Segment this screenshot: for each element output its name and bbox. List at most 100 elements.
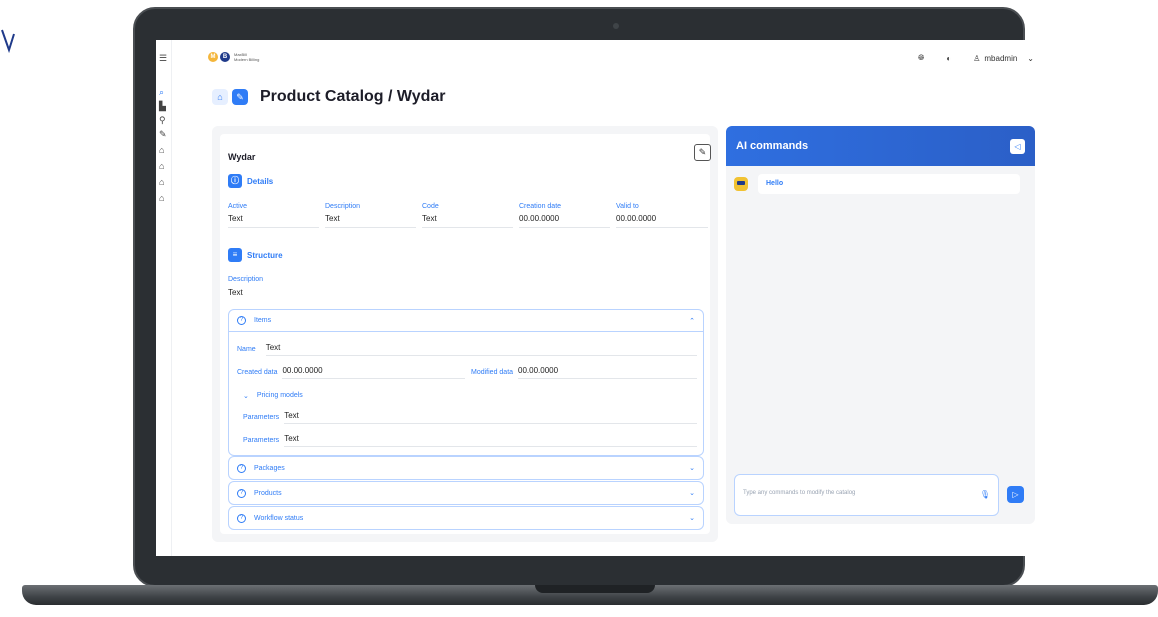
details-fields: Active Text Description Text Code Text C… — [228, 203, 716, 228]
home-icon[interactable]: ⌂ — [159, 178, 168, 187]
pricing-models-title: Pricing models — [256, 392, 303, 399]
details-title: Details — [247, 176, 274, 186]
home-icon[interactable]: ⌂ — [159, 146, 168, 155]
workflow-accordion[interactable]: ? Workflow status ⌄ — [228, 506, 704, 530]
created-field[interactable]: Created data 00.00.0000 — [237, 366, 465, 379]
chart-icon[interactable]: ▙ — [159, 102, 168, 111]
catalog-card-inner: Wydar ✎ ⓘ Details Active Text Descriptio… — [220, 134, 711, 534]
chat-bubble: Hello — [758, 174, 1020, 194]
field-creation-date[interactable]: Creation date 00.00.0000 — [519, 203, 616, 228]
items-title: Items — [254, 317, 272, 324]
microphone-icon[interactable]: 🎙︎ — [980, 490, 990, 499]
packages-title: Packages — [254, 464, 285, 472]
structure-title: Structure — [247, 250, 283, 260]
field-label: Code — [422, 203, 439, 210]
parameter-value: Text — [284, 411, 697, 424]
card-title: Wydar — [228, 152, 256, 162]
field-label: Description — [325, 203, 361, 210]
field-valid-to[interactable]: Valid to 00.00.0000 — [616, 203, 708, 228]
edit-button[interactable]: ✎ — [232, 89, 248, 105]
details-section-header: ⓘ Details — [228, 174, 273, 188]
field-value: Text — [422, 210, 513, 228]
logo-badge-b: B — [220, 52, 230, 62]
items-accordion-header[interactable]: ? Items ⌃ — [229, 310, 703, 332]
name-value: Text — [265, 343, 697, 356]
menu-icon[interactable]: ☰ — [159, 54, 168, 63]
webcam-dot — [613, 23, 619, 29]
field-value: Text — [228, 210, 319, 228]
logo-text: MaxBill Modern Billing — [234, 52, 259, 62]
structure-section-header: ≡ Structure — [228, 248, 283, 262]
parameter-field[interactable]: Parameters Text — [243, 434, 697, 447]
chat-message: Hello — [734, 174, 1020, 194]
info-icon: ⓘ — [228, 174, 242, 188]
field-description[interactable]: Description Text — [325, 203, 422, 228]
home-button[interactable]: ⌂ — [212, 89, 228, 105]
field-active[interactable]: Active Text — [228, 203, 325, 228]
tools-icon[interactable]: ✎ — [159, 130, 168, 139]
collapse-panel-button[interactable]: ◁ — [1010, 138, 1025, 154]
send-button[interactable]: ▷ — [1007, 486, 1024, 503]
structure-description-label: Description — [228, 276, 264, 283]
chevron-down-icon: ⌄ — [1027, 53, 1034, 63]
created-label: Created data — [237, 369, 278, 376]
help-icon: ? — [237, 463, 246, 473]
parameter-value: Text — [284, 434, 697, 447]
sidebar: ☰ ⌕ ▙ ⚲ ✎ ⌂ ⌂ ⌂ ⌂ — [156, 40, 172, 556]
structure-description-value: Text — [228, 288, 243, 297]
globe-icon[interactable]: 🌐︎ — [918, 53, 924, 63]
user-menu[interactable]: ♙ mbadmin ⌄ — [973, 54, 1034, 63]
username: mbadmin — [984, 53, 1018, 63]
corner-stroke-decoration — [1, 29, 15, 54]
search-icon[interactable]: ⌕ — [159, 88, 168, 97]
logo-badge-m: M — [208, 52, 218, 62]
field-value: Text — [325, 210, 416, 228]
field-label: Active — [228, 203, 248, 210]
chevron-down-icon: ⌄ — [243, 393, 249, 400]
ai-command-placeholder: Type any commands to modify the catalog — [743, 490, 856, 496]
hierarchy-icon[interactable]: ⚲ — [159, 116, 168, 125]
app-logo[interactable]: M B MaxBill Modern Billing — [208, 52, 259, 62]
field-label: Creation date — [519, 203, 562, 210]
field-value: 00.00.0000 — [616, 210, 708, 228]
parameter-label: Parameters — [243, 437, 280, 444]
list-icon: ≡ — [228, 248, 242, 262]
user-icon: ♙ — [973, 53, 981, 63]
topbar-actions: 🌐︎ ◐ ♙ mbadmin ⌄ — [918, 53, 1034, 63]
logo-text-line-2: Modern Billing — [234, 57, 260, 62]
catalog-card: Wydar ✎ ⓘ Details Active Text Descriptio… — [212, 126, 718, 542]
created-value: 00.00.0000 — [282, 366, 465, 379]
help-icon: ? — [237, 316, 246, 325]
products-accordion[interactable]: ? Products ⌄ — [228, 481, 704, 505]
parameter-field[interactable]: Parameters Text — [243, 411, 697, 424]
modified-field[interactable]: Modified data 00.00.0000 — [471, 366, 697, 379]
parameter-label: Parameters — [243, 414, 280, 421]
ai-command-input[interactable]: Type any commands to modify the catalog … — [734, 474, 999, 516]
name-field[interactable]: Name Text — [237, 343, 697, 359]
laptop-base-notch — [535, 585, 655, 593]
field-code[interactable]: Code Text — [422, 203, 519, 228]
ai-panel: AI commands ◁ Hello Type any commands to… — [726, 126, 1035, 524]
chevron-up-icon: ⌃ — [689, 317, 695, 325]
items-accordion: ? Items ⌃ Name Text Created data 00.00.0… — [228, 309, 704, 456]
chevron-down-icon: ⌄ — [689, 490, 695, 497]
chevron-down-icon: ⌄ — [689, 515, 695, 522]
modified-value: 00.00.0000 — [518, 366, 697, 379]
packages-accordion[interactable]: ? Packages ⌄ — [228, 456, 704, 480]
ai-panel-header: AI commands ◁ — [726, 126, 1035, 166]
theme-toggle-icon[interactable]: ◐ — [946, 54, 951, 63]
modified-label: Modified data — [471, 369, 514, 376]
pricing-models-toggle[interactable]: ⌄ Pricing models — [243, 392, 303, 400]
page-header: ⌂ ✎ Product Catalog / Wydar — [212, 88, 446, 106]
chevron-down-icon: ⌄ — [689, 465, 695, 472]
help-icon: ? — [237, 488, 246, 498]
ai-panel-title: AI commands — [736, 140, 809, 152]
edit-card-button[interactable]: ✎ — [694, 144, 711, 161]
help-icon: ? — [237, 513, 246, 523]
field-value: 00.00.0000 — [519, 210, 610, 228]
home-icon[interactable]: ⌂ — [159, 194, 168, 203]
app-screen: ☰ ⌕ ▙ ⚲ ✎ ⌂ ⌂ ⌂ ⌂ M B MaxBill Modern Bil… — [156, 40, 1074, 556]
field-label: Valid to — [616, 203, 639, 210]
home-icon[interactable]: ⌂ — [159, 162, 168, 171]
workflow-title: Workflow status — [254, 514, 304, 522]
